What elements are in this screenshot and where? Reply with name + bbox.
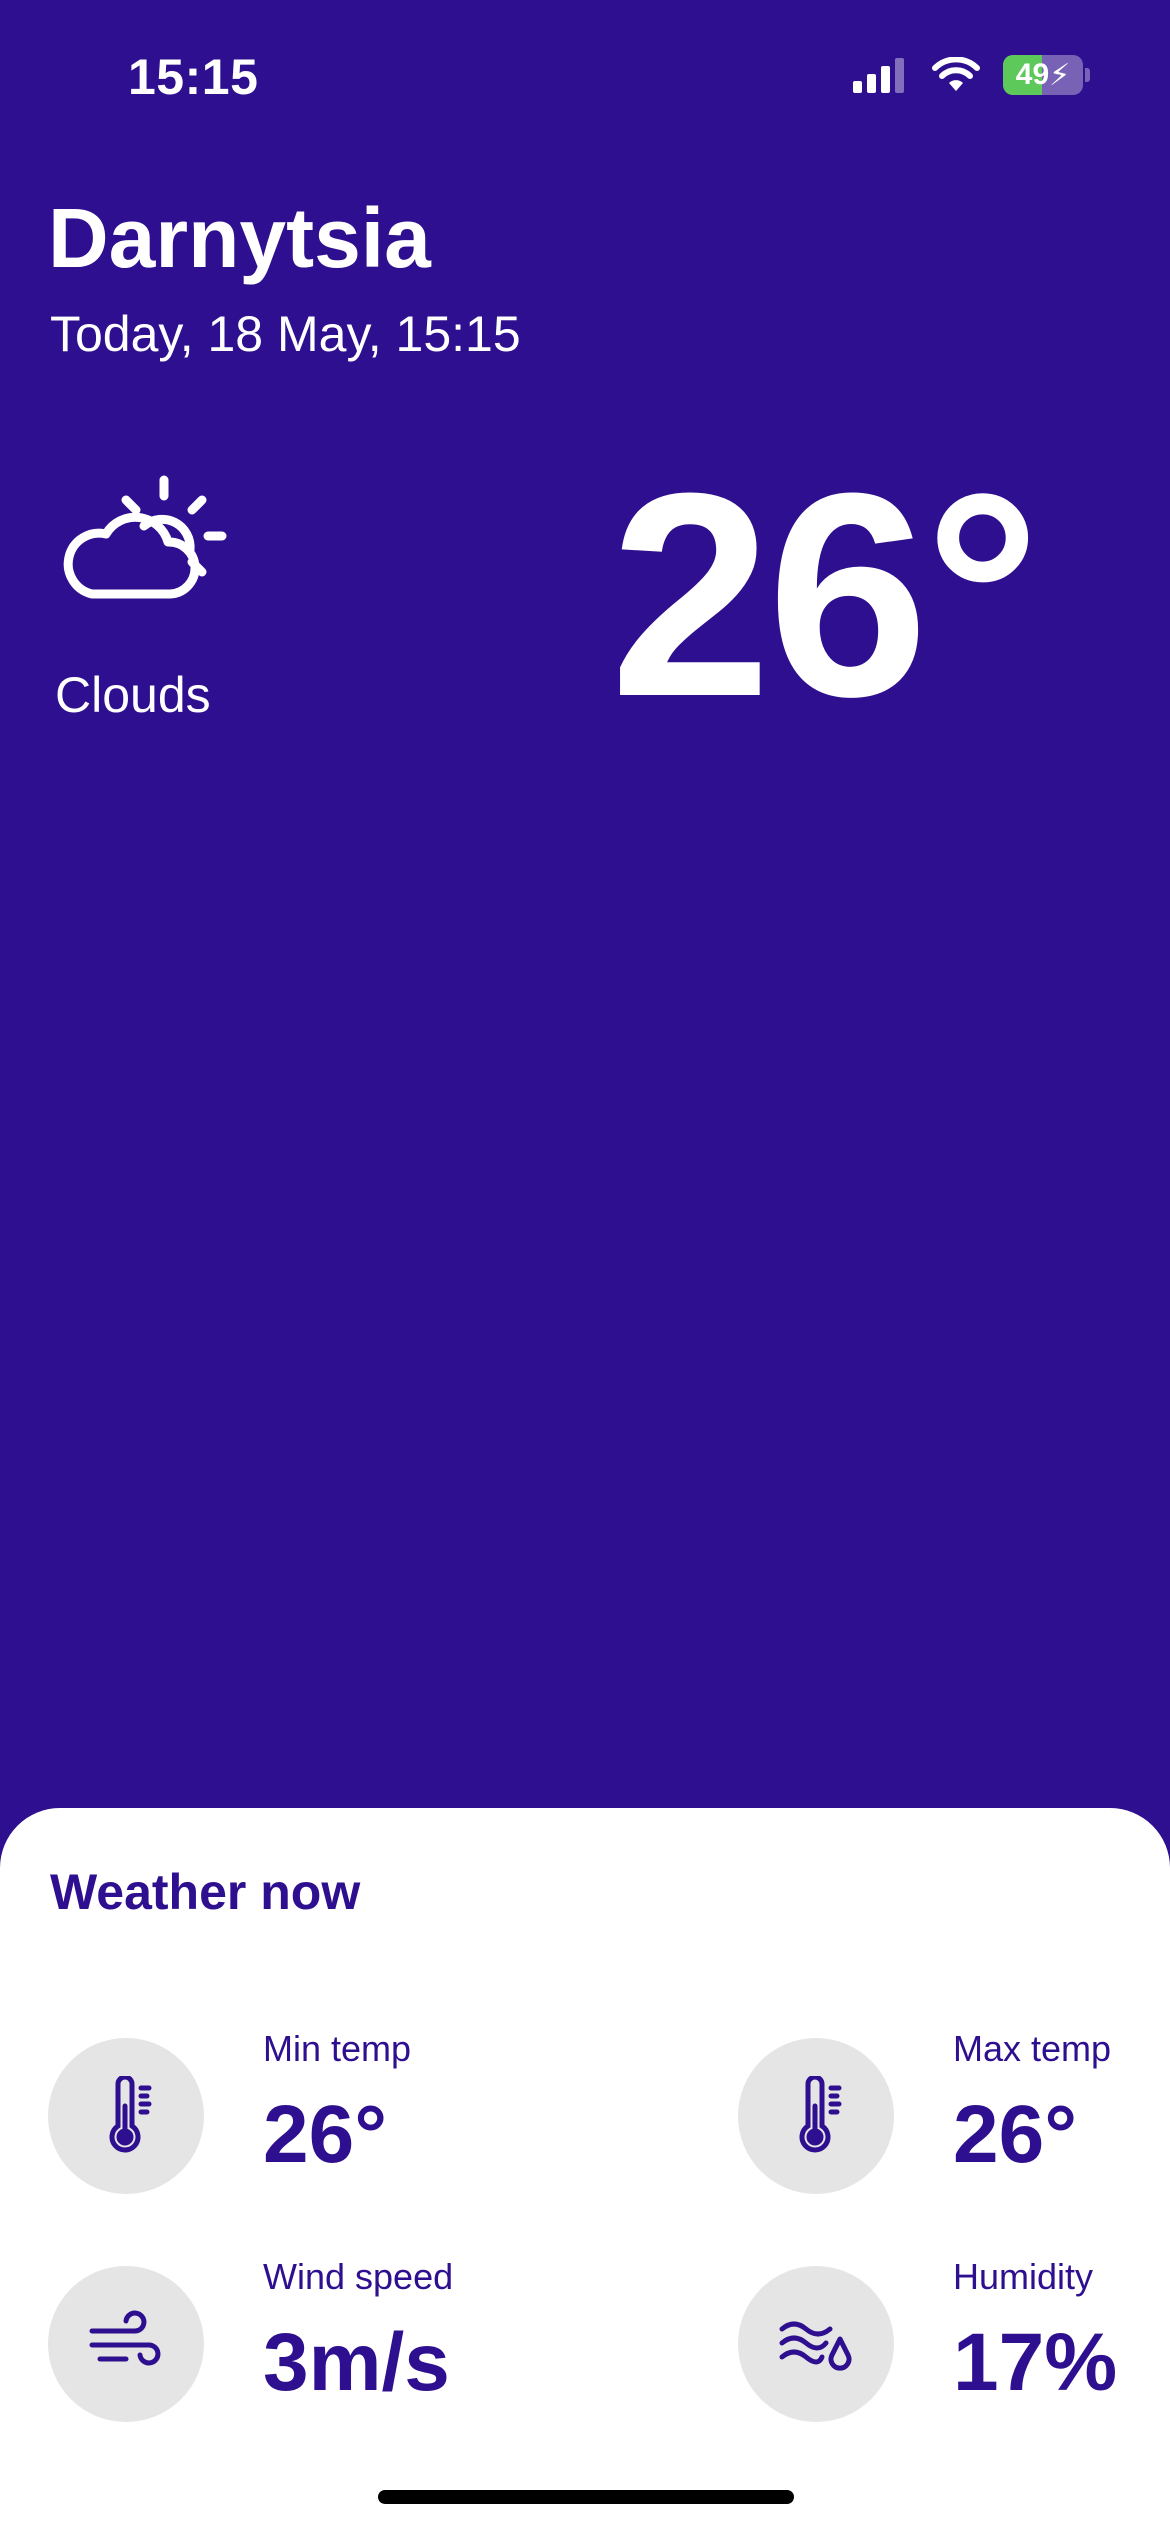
city-name: Darnytsia — [48, 191, 431, 285]
stat-label: Wind speed — [263, 2256, 454, 2297]
battery-cap — [1085, 68, 1090, 82]
stat-value: 17% — [953, 2317, 1118, 2408]
stat-min-temp: Min temp 26° — [48, 2028, 568, 2198]
battery-text: 49 ⚡ — [1015, 58, 1071, 92]
signal-icon — [853, 57, 909, 93]
stat-value: 26° — [953, 2089, 1078, 2180]
weather-now-sheet: Weather now Min temp 26° Max temp 26° Wi… — [0, 1808, 1170, 2532]
thermometer-icon — [48, 2038, 204, 2194]
stat-value: 3m/s — [263, 2317, 450, 2408]
stat-value: 26° — [263, 2089, 388, 2180]
thermometer-icon — [738, 2038, 894, 2194]
stat-wind-speed: Wind speed 3m/s — [48, 2256, 568, 2426]
status-time: 15:15 — [128, 49, 259, 105]
humidity-icon — [738, 2266, 894, 2422]
home-indicator[interactable] — [378, 2490, 794, 2504]
stat-label: Humidity — [953, 2256, 1094, 2297]
stat-humidity: Humidity 17% — [738, 2256, 1170, 2426]
stat-max-temp: Max temp 26° — [738, 2028, 1170, 2198]
stat-label: Min temp — [263, 2028, 412, 2069]
stat-label: Max temp — [953, 2028, 1112, 2069]
current-temperature: 26° — [610, 433, 1041, 757]
condition-label: Clouds — [55, 667, 211, 723]
battery-icon: 49 ⚡ — [1003, 55, 1083, 95]
battery-level: 49 — [1015, 58, 1050, 91]
status-icons: 49 ⚡ — [853, 55, 1090, 95]
weather-screen: 15:15 49 ⚡ Darnytsia Today, 18 May, 15:15 — [0, 0, 1170, 2532]
date-time: Today, 18 May, 15:15 — [50, 306, 521, 362]
wind-icon — [48, 2266, 204, 2422]
partly-cloudy-icon — [52, 470, 232, 610]
wifi-icon — [931, 57, 981, 93]
sheet-title: Weather now — [50, 1864, 361, 1920]
